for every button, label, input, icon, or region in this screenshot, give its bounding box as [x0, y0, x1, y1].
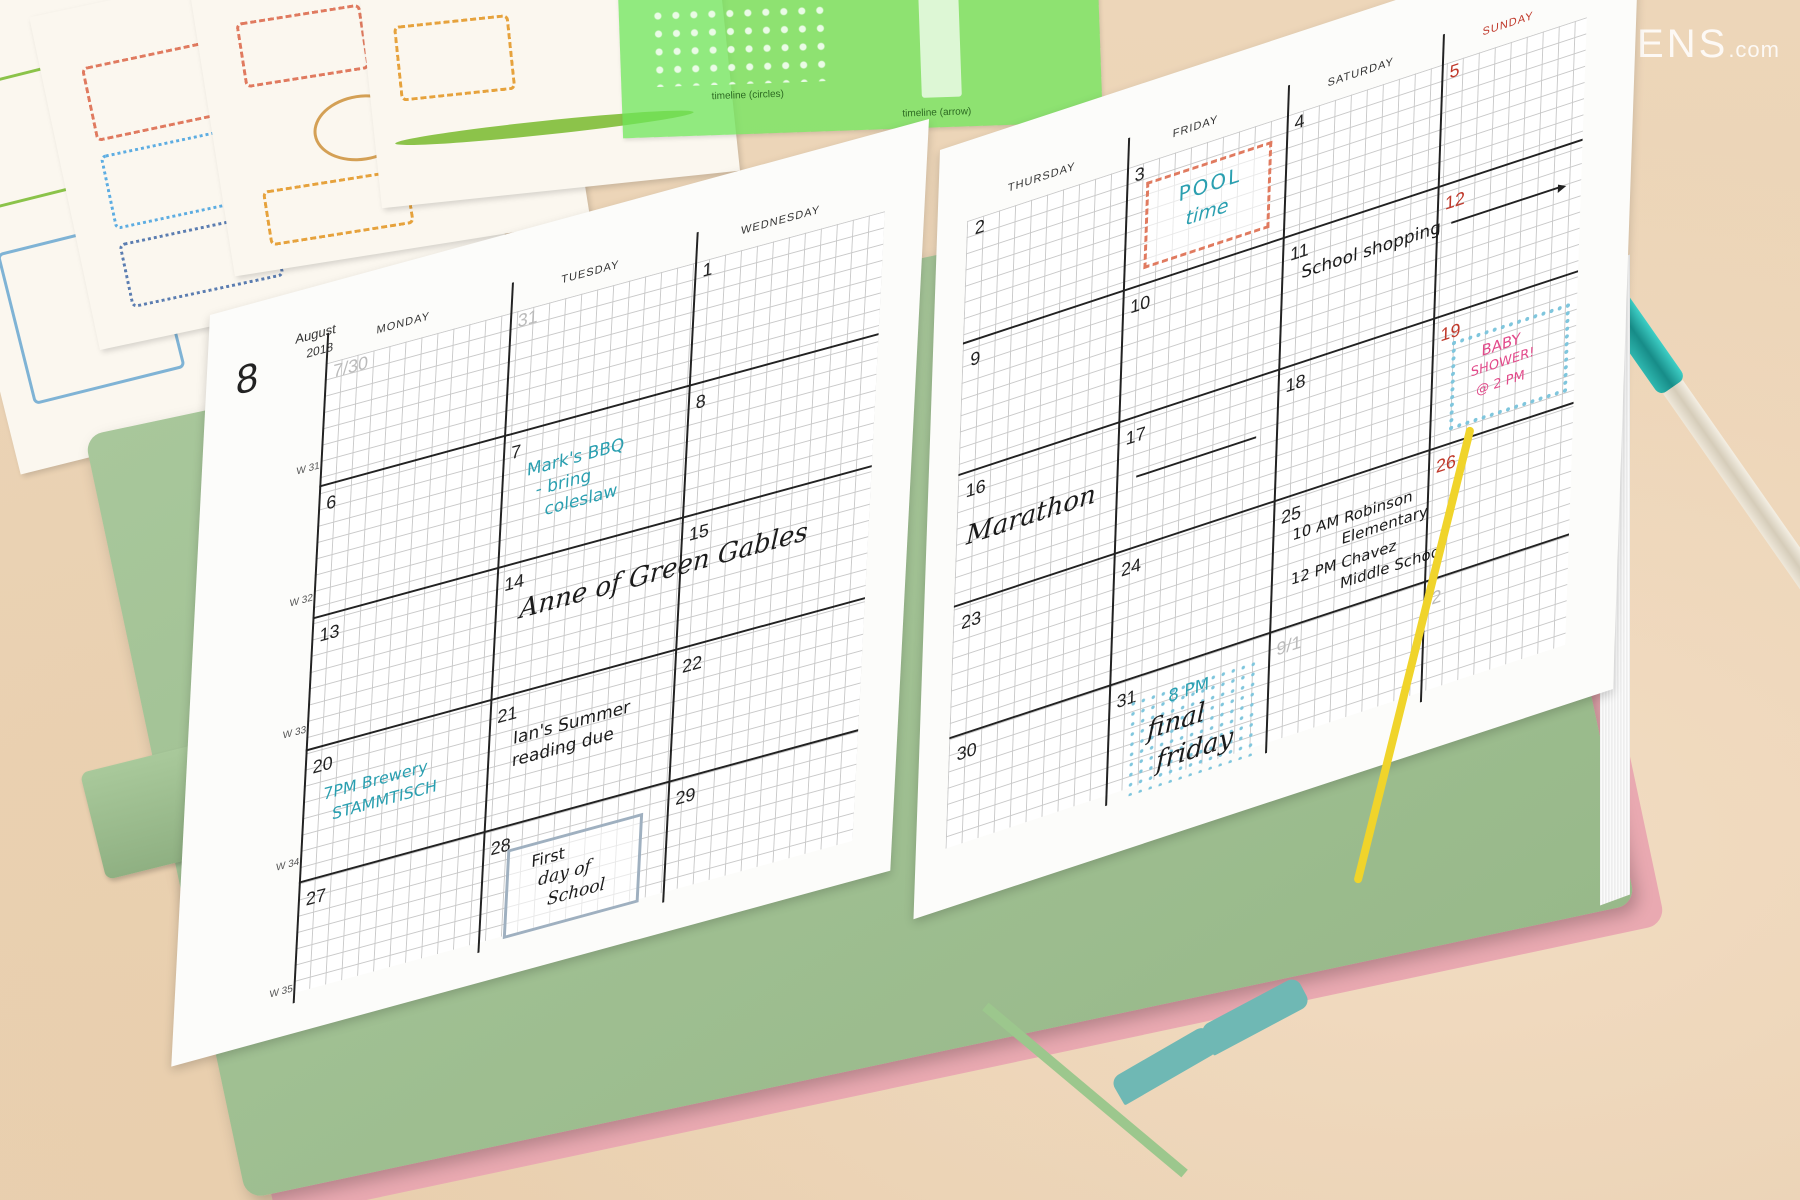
day-header-sunday: SUNDAY — [1482, 9, 1534, 39]
date-3: 3 — [1134, 162, 1146, 187]
day-header-friday: FRIDAY — [1172, 113, 1219, 141]
date-9: 9 — [969, 346, 981, 371]
stencil-slot — [918, 0, 962, 98]
sticker-frame — [235, 3, 371, 89]
planner-page-left: 8 August 2018 MONDAY TUESDAY WEDNESDAY 7… — [171, 119, 930, 1067]
stencil-shapes — [648, 1, 832, 88]
stencil-ruler: timeline (circles) timeline (arrow) — [617, 0, 1103, 139]
stencil-label-arrow: timeline (arrow) — [902, 106, 972, 120]
sticker-frame — [392, 13, 517, 102]
date-4: 4 — [1294, 109, 1305, 134]
month-number: 8 — [234, 353, 260, 405]
date-2: 2 — [974, 215, 986, 239]
date-6: 6 — [325, 490, 337, 514]
date-7: 7 — [510, 440, 522, 464]
date-5: 5 — [1449, 58, 1460, 83]
watermark-suffix: .com — [1728, 37, 1780, 62]
week-label-35: W 35 — [269, 983, 294, 1001]
desk-scene: timeline (circles) timeline (arrow) JETP… — [0, 0, 1800, 1200]
date-1: 1 — [702, 258, 714, 282]
planner-page-right: THURSDAY FRIDAY SATURDAY SUNDAY 2 3 4 5 … — [913, 0, 1640, 920]
week-label-31: W 31 — [296, 460, 321, 478]
date-8: 8 — [695, 390, 707, 414]
week-label-34: W 34 — [275, 856, 300, 874]
week-label-32: W 32 — [289, 592, 314, 610]
stencil-label-circles: timeline (circles) — [711, 88, 785, 103]
day-header-monday: MONDAY — [376, 310, 431, 337]
open-planner: 8 August 2018 MONDAY TUESDAY WEDNESDAY 7… — [171, 0, 1640, 1067]
week-label-33: W 33 — [282, 724, 307, 742]
day-header-tuesday: TUESDAY — [561, 258, 620, 287]
